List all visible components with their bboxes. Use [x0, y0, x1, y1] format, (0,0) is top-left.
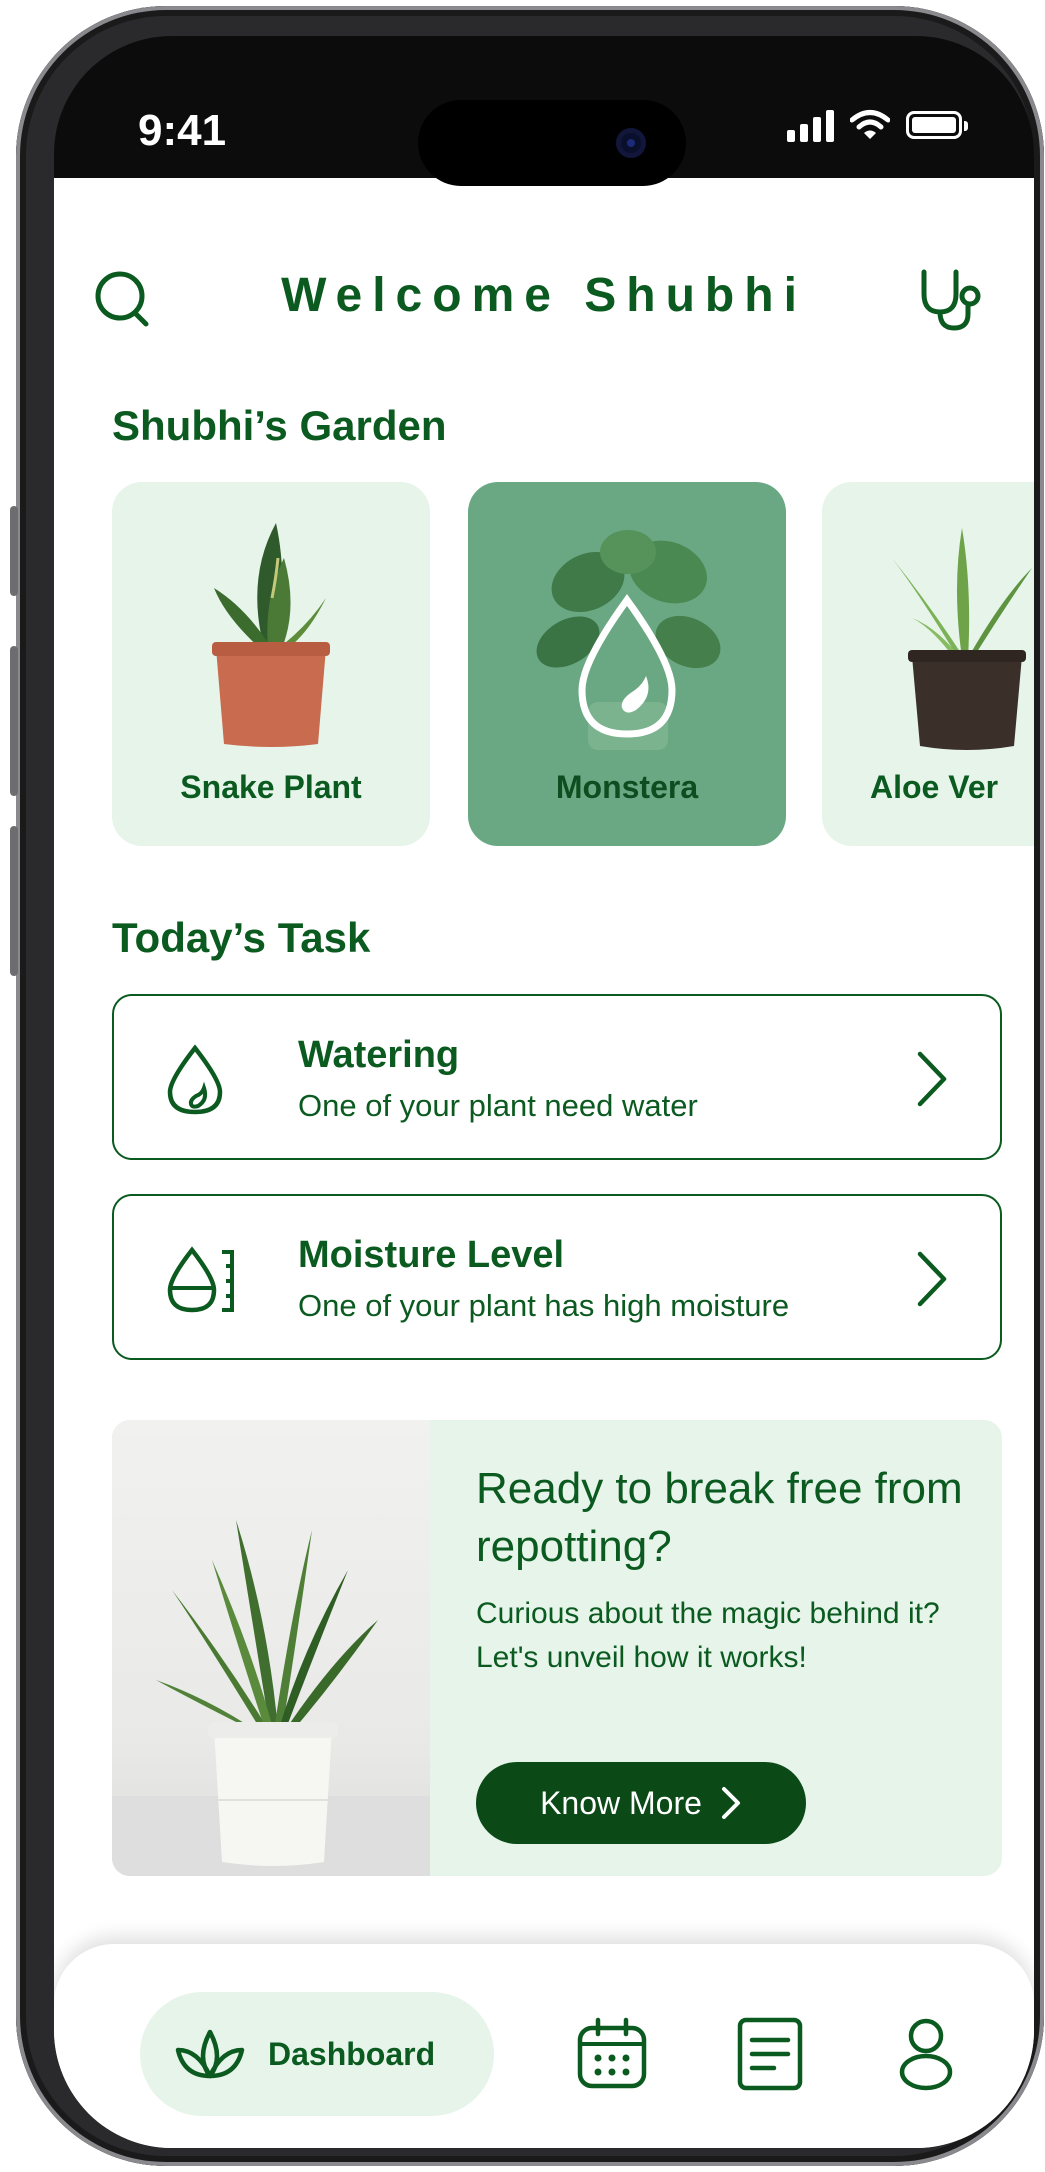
notes-icon[interactable] [734, 2016, 806, 2097]
chevron-right-icon [721, 1787, 740, 1819]
task-subtitle: One of your plant need water [298, 1088, 698, 1123]
snake-plant-image [212, 523, 330, 747]
plant-card-snake-plant[interactable]: Snake Plant [112, 482, 430, 846]
promo-plant-photo [112, 1420, 430, 1876]
signal-icon [787, 108, 834, 142]
garden-title: Shubhi’s Garden [112, 402, 447, 449]
chevron-right-icon [912, 1248, 952, 1315]
status-icons [787, 108, 968, 142]
plant-doctor-stethoscope-icon[interactable] [910, 264, 990, 341]
plant-card-aloe-vera[interactable]: Aloe Ver [822, 482, 1034, 846]
dynamic-island [418, 100, 686, 186]
nav-dashboard-label: Dashboard [268, 2035, 436, 2072]
bottom-navigation: Dashboard [54, 1944, 1034, 2148]
phone-frame: 9:41 Welcome Shubhi Shubhi’s Garden Snak… [10, 6, 1044, 2166]
plant-name: Snake Plant [180, 769, 362, 805]
wifi-icon [850, 110, 890, 139]
profile-icon[interactable] [896, 2016, 956, 2097]
moisture-level-icon [164, 1244, 240, 1321]
screen: 9:41 Welcome Shubhi Shubhi’s Garden Snak… [54, 36, 1034, 2148]
promo-description: Curious about the magic behind it? Let's… [476, 1597, 940, 1674]
nav-dashboard[interactable]: Dashboard [140, 1992, 494, 2116]
task-title: Watering [298, 1034, 460, 1076]
app-header: Welcome Shubhi [54, 246, 1034, 346]
promo-title: Ready to break free from repotting? [476, 1464, 963, 1571]
plant-name: Aloe Ver [870, 769, 999, 805]
repotting-promo-card: Ready to break free from repotting? Curi… [112, 1420, 1002, 1876]
chevron-right-icon [912, 1048, 952, 1115]
side-button [10, 506, 18, 596]
know-more-label: Know More [540, 1784, 702, 1821]
task-card-moisture-level[interactable]: Moisture Level One of your plant has hig… [112, 1194, 1002, 1360]
battery-icon [906, 111, 968, 139]
aloe-vera-image [892, 528, 1032, 750]
camera-icon [616, 128, 646, 158]
know-more-button[interactable]: Know More [476, 1762, 806, 1844]
water-drop-icon [578, 594, 676, 738]
task-subtitle: One of your plant has high moisture [298, 1288, 790, 1323]
task-title: Moisture Level [298, 1234, 565, 1276]
page-title: Welcome Shubhi [281, 269, 807, 322]
plant-name: Monstera [555, 769, 699, 805]
calendar-icon[interactable] [574, 2016, 650, 2097]
tasks-title: Today’s Task [112, 914, 371, 961]
garden-carousel[interactable]: Snake Plant Monstera Aloe Ver [112, 482, 1034, 882]
volume-down-button [10, 826, 18, 976]
task-card-watering[interactable]: Watering One of your plant need water [112, 994, 1002, 1160]
status-time: 9:41 [138, 106, 227, 155]
water-drop-icon [164, 1044, 226, 1121]
plant-card-monstera[interactable]: Monstera [468, 482, 786, 846]
volume-up-button [10, 646, 18, 796]
dashboard-icon [175, 2029, 245, 2079]
